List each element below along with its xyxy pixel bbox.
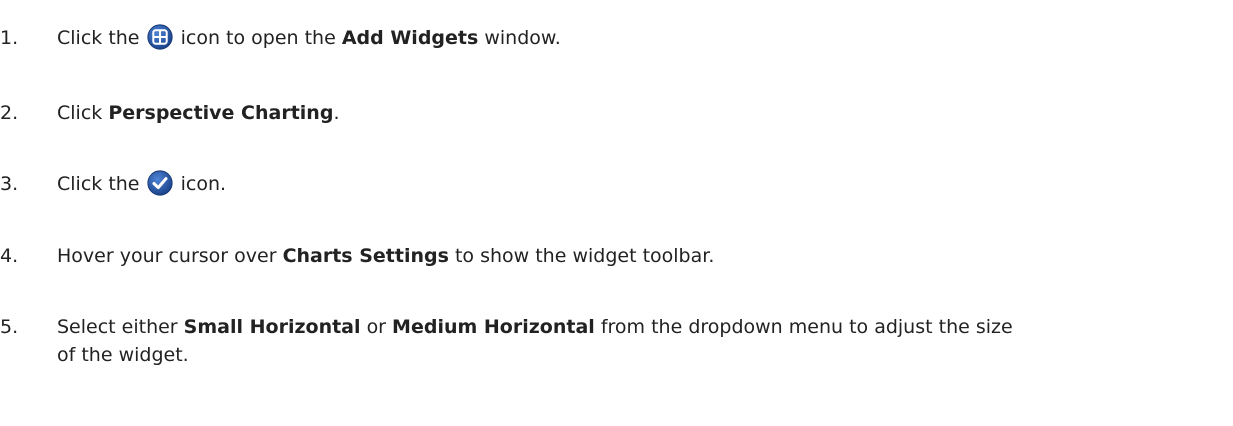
- step-text-post: .: [333, 102, 340, 124]
- step-text: Select either Small Horizontal or Medium…: [57, 313, 1197, 341]
- step-number: 4.: [0, 245, 19, 267]
- add-widget-icon: [146, 24, 173, 50]
- step-text-post: of the widget.: [57, 344, 189, 366]
- step-text-post: icon.: [180, 173, 227, 195]
- step-text: Click the icon to open the Add Widgets w…: [57, 24, 1197, 52]
- step-text-mid: or: [366, 316, 386, 338]
- step-text-bold: Charts Settings: [282, 245, 449, 267]
- step-text-pre: Click the: [57, 27, 140, 49]
- step-text-bold: Medium Horizontal: [392, 316, 595, 338]
- step-text-post: from the dropdown menu to adjust the siz…: [600, 316, 1013, 338]
- step-number: 2.: [0, 102, 19, 124]
- step-number: 1.: [0, 27, 19, 49]
- step-text-pre: Click the: [57, 173, 140, 195]
- step-text-bold: Perspective Charting: [108, 102, 334, 124]
- step-text-post: window.: [484, 27, 561, 49]
- step-text-mid: icon to open the: [180, 27, 336, 49]
- step-text-bold: Small Horizontal: [183, 316, 361, 338]
- checkmark-icon: [146, 170, 173, 196]
- step-number: 3.: [0, 173, 19, 195]
- step-number: 5.: [0, 316, 19, 338]
- step-text-pre: Select either: [57, 316, 178, 338]
- step-text: Click the icon.: [57, 170, 1197, 198]
- step-text-bold: Add Widgets: [341, 27, 479, 49]
- step-text-pre: Hover your cursor over: [57, 245, 277, 267]
- step-text: Click Perspective Charting.: [57, 99, 1197, 127]
- step-text-post: to show the widget toolbar.: [454, 245, 715, 267]
- step-text-pre: Click: [57, 102, 103, 124]
- step-text: Hover your cursor over Charts Settings t…: [57, 242, 1197, 270]
- step-text: of the widget.: [57, 341, 1197, 369]
